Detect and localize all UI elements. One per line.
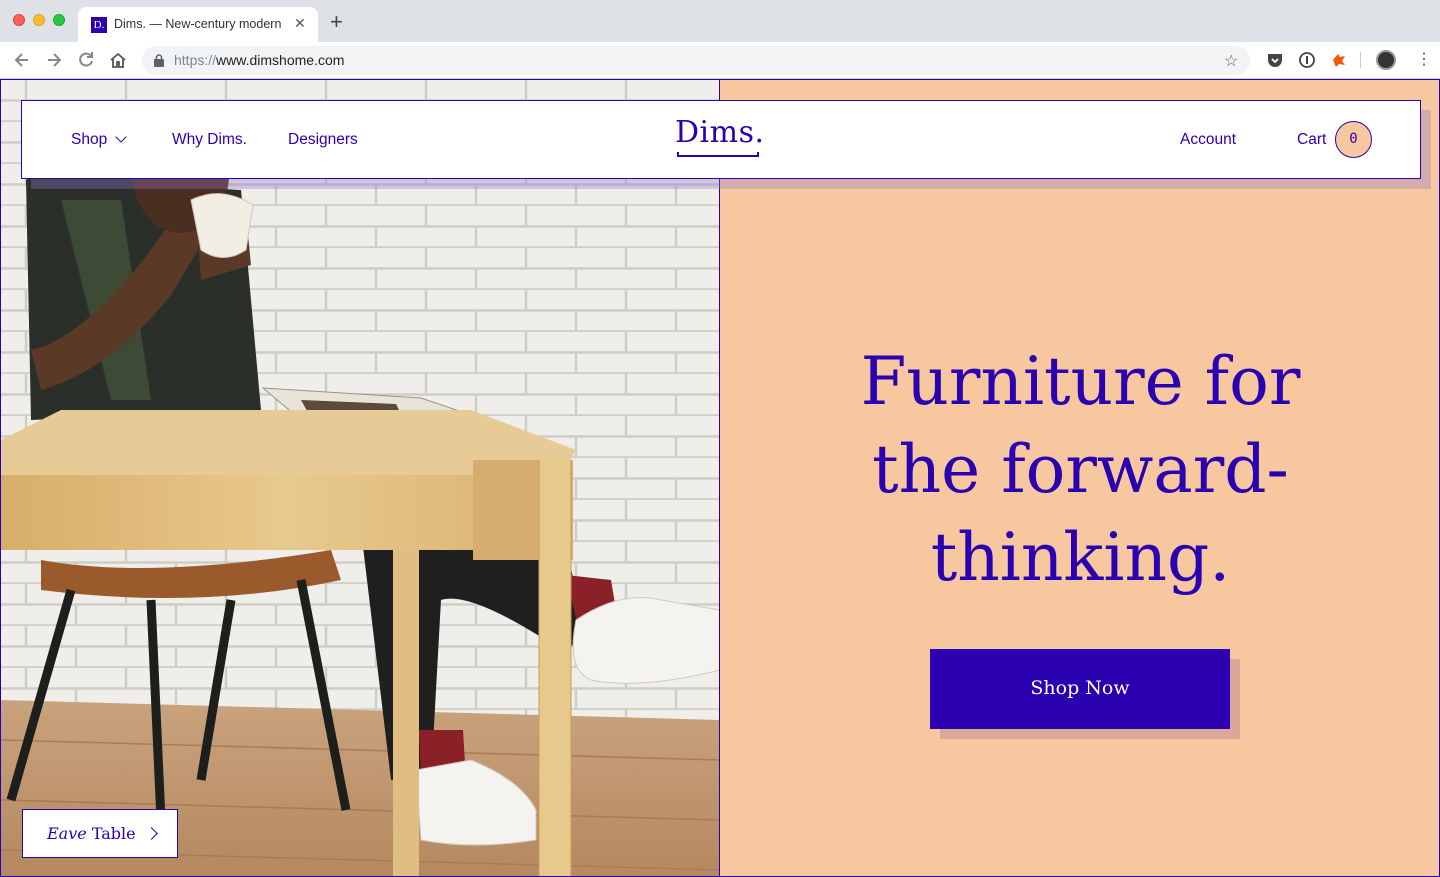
minimize-window-button[interactable] (33, 14, 45, 26)
page: Furniture for the forward- thinking. Sho… (0, 79, 1440, 877)
nav-designers[interactable]: Designers (288, 131, 358, 149)
cart-count-badge[interactable]: 0 (1335, 121, 1372, 158)
url-text: https://www.dimshome.com (174, 52, 345, 68)
chevron-down-icon (115, 131, 127, 143)
nav-account[interactable]: Account (1180, 131, 1236, 149)
tab-title: Dims. — New-century modern (114, 17, 282, 31)
site-logo[interactable]: Dims. (675, 115, 765, 150)
new-tab-icon[interactable]: + (330, 11, 343, 33)
site-header: Shop Why Dims. Designers Dims. Account C… (21, 100, 1421, 179)
nav-why-dims[interactable]: Why Dims. (172, 131, 247, 149)
logo-underline (677, 152, 759, 157)
pocket-extension-icon[interactable] (1266, 51, 1284, 69)
shop-now-button[interactable]: Shop Now (930, 649, 1230, 729)
lock-icon (154, 54, 164, 67)
bookmark-star-icon[interactable]: ☆ (1224, 51, 1238, 71)
nav-shop[interactable]: Shop (71, 131, 127, 149)
browser-tab[interactable]: D. Dims. — New-century modern ✕ (78, 7, 318, 42)
browser-toolbar: https://www.dimshome.com ☆ ⋮ (0, 42, 1440, 79)
orange-extension-icon[interactable] (1330, 51, 1348, 69)
close-window-button[interactable] (13, 14, 25, 26)
favicon-icon: D. (91, 17, 107, 33)
hero-photo-illustration (1, 80, 719, 876)
maximize-window-button[interactable] (53, 14, 65, 26)
home-icon[interactable] (108, 50, 128, 70)
chevron-right-icon (145, 827, 158, 840)
product-tag-label: Eave Table (47, 824, 136, 843)
password-extension-icon[interactable] (1298, 51, 1316, 69)
product-tag-button[interactable]: Eave Table (22, 809, 178, 858)
back-icon[interactable] (12, 50, 32, 70)
hero-image (1, 80, 720, 876)
hero-headline: Furniture for the forward- thinking. (860, 343, 1301, 596)
forward-icon[interactable] (44, 50, 64, 70)
toolbar-divider (1360, 52, 1361, 68)
address-bar[interactable]: https://www.dimshome.com ☆ (142, 46, 1250, 75)
menu-kebab-icon[interactable]: ⋮ (1416, 50, 1432, 70)
browser-titlebar: D. Dims. — New-century modern ✕ + (0, 0, 1440, 42)
close-tab-icon[interactable]: ✕ (294, 15, 306, 32)
nav-cart[interactable]: Cart (1297, 131, 1326, 149)
reload-icon[interactable] (76, 50, 96, 70)
profile-avatar[interactable] (1376, 50, 1396, 70)
hero-text-panel: Furniture for the forward- thinking. Sho… (720, 80, 1439, 876)
